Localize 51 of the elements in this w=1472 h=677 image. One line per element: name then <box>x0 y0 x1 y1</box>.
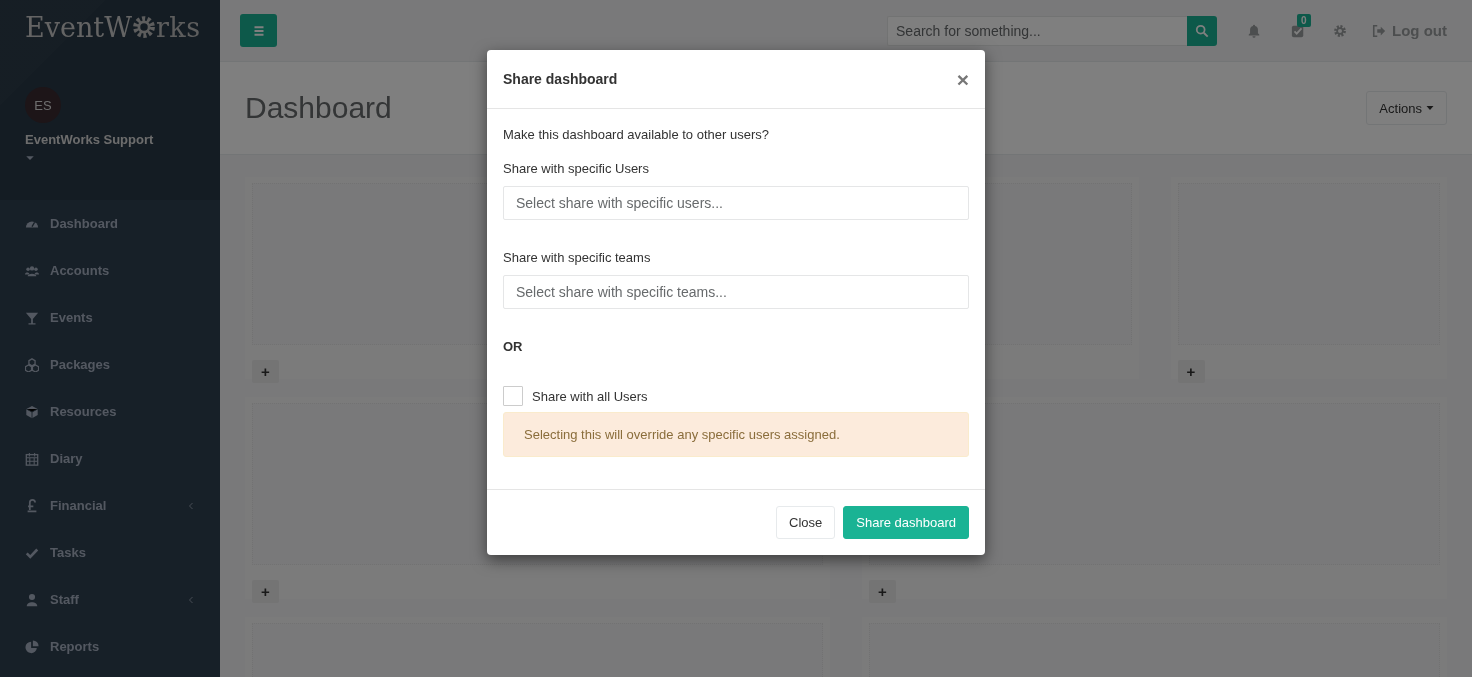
warning-alert: Selecting this will override any specific users assigned. <box>503 412 969 457</box>
gear-icon <box>131 15 156 39</box>
checkbox[interactable] <box>503 386 523 406</box>
nav-item[interactable]: Dashboard <box>0 200 220 247</box>
share-button[interactable]: Share dashboard <box>843 506 969 539</box>
search-button[interactable] <box>1187 15 1217 46</box>
close-button[interactable]: × <box>956 68 969 90</box>
nav-item[interactable]: Diary <box>0 435 220 482</box>
count-badge: 0 <box>1297 13 1311 27</box>
currency-icon <box>25 498 39 513</box>
menu-icon <box>252 24 265 37</box>
task-checkbox-icon[interactable] <box>1291 23 1305 38</box>
modal-title: Share dashboard <box>503 71 619 87</box>
select-field[interactable]: Select share with specific users... <box>503 186 969 220</box>
select-field[interactable]: Select share with specific teams... <box>503 275 969 309</box>
pie-chart-icon <box>25 639 39 654</box>
nav-item[interactable]: Staff <box>0 576 220 623</box>
cubes-icon <box>25 357 39 372</box>
bell-icon[interactable] <box>1247 23 1261 38</box>
nav-item[interactable]: Tasks <box>0 529 220 576</box>
nav-item[interactable]: Financial <box>0 482 220 529</box>
search-icon <box>1195 23 1209 38</box>
caret-down-icon <box>1426 104 1434 112</box>
nav-item[interactable]: Events <box>0 294 220 341</box>
actions-button[interactable]: Actions <box>1366 91 1447 125</box>
field-label: Share with specific Users <box>503 161 650 176</box>
profile-name[interactable]: EventWorks Support <box>25 132 195 147</box>
add-widget-button[interactable]: + <box>252 360 279 383</box>
nav-item[interactable]: Resources <box>0 388 220 435</box>
add-widget-button[interactable]: + <box>1177 360 1205 383</box>
users-icon <box>25 263 39 278</box>
calendar-icon <box>25 451 39 466</box>
user-icon <box>25 592 39 607</box>
menu-button[interactable] <box>240 14 277 47</box>
nav-item[interactable]: Packages <box>0 341 220 388</box>
search-field[interactable]: Search for something... <box>887 15 1187 46</box>
close-button[interactable]: Close <box>776 506 836 539</box>
add-widget-button[interactable]: + <box>869 580 896 603</box>
nav-item[interactable]: Reports <box>0 623 220 670</box>
nav-item[interactable]: Accounts <box>0 247 220 294</box>
field-label: Share with specific teams <box>503 250 652 265</box>
sign-out-icon <box>1372 23 1386 38</box>
page-title: Dashboard <box>245 91 393 125</box>
intro-text: Make this dashboard available to other users? <box>503 127 770 142</box>
cocktail-glass-icon <box>25 310 39 325</box>
avatar: ES <box>25 87 61 123</box>
settings-icon[interactable] <box>1333 23 1347 38</box>
or-separator: OR <box>503 339 524 354</box>
cube-icon <box>25 404 39 419</box>
checkbox-label: Share with all Users <box>532 388 648 404</box>
add-widget-button[interactable]: + <box>252 580 279 603</box>
